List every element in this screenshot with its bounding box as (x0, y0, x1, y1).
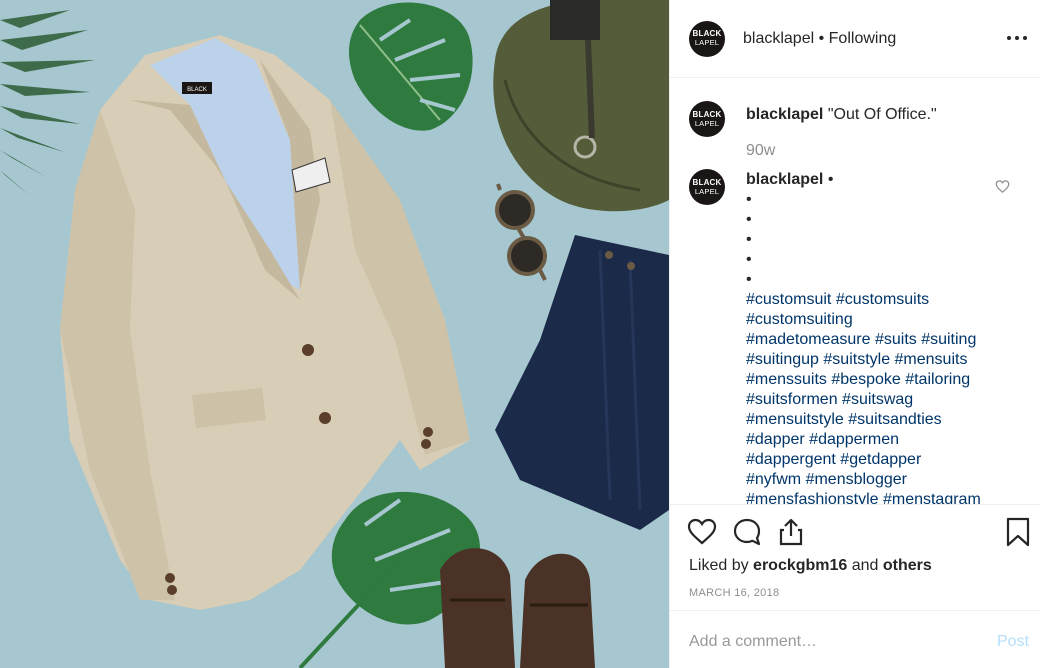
post-details-panel: BLACK LAPEL blacklapel • Following BLACK… (669, 0, 1040, 668)
navy-trousers (495, 235, 669, 530)
heart-icon[interactable] (687, 517, 717, 547)
more-dot (1015, 36, 1019, 40)
comment-icon[interactable] (732, 517, 762, 547)
like-comment-heart-icon[interactable] (995, 179, 1010, 194)
hashtag-line[interactable]: #mensfashionstyle #menstagram (746, 490, 1016, 504)
post-photo[interactable]: BLACK (0, 0, 669, 668)
sunglasses (495, 183, 547, 281)
comment-suffix: • (823, 171, 834, 188)
avatar-text-line1: BLACK (692, 109, 722, 119)
hashtag-line[interactable]: #menssuits #bespoke #tailoring (746, 370, 1016, 390)
avatar[interactable]: BLACK LAPEL (689, 20, 725, 57)
header-user-info: blacklapel • Following (743, 30, 896, 48)
caption-body: blacklapel "Out Of Office." 90w (746, 105, 1016, 161)
caption-text: "Out Of Office." (827, 106, 937, 123)
share-icon[interactable] (776, 517, 806, 547)
comment-dot-line: • (746, 191, 752, 208)
comment-dot-line: • (746, 231, 752, 248)
palm-leaf (0, 10, 95, 196)
likes-summary: Liked by erockgbm16 and others (689, 557, 932, 575)
hashtag-line[interactable]: #customsuit #customsuits (746, 290, 1016, 310)
caption-username[interactable]: blacklapel (746, 106, 823, 123)
hashtag-line[interactable]: #suitsformen #suitswag (746, 390, 1016, 410)
add-comment-bar: Post (670, 610, 1040, 668)
likes-middle: and (847, 557, 883, 574)
hashtag-line[interactable]: #nyfwm #mensblogger (746, 470, 1016, 490)
flatlay-illustration: BLACK (0, 0, 669, 668)
avatar-text-line1: BLACK (692, 29, 722, 39)
hashtag-line[interactable]: #mensuitstyle #suitsandties (746, 410, 1016, 430)
more-options-icon[interactable] (1005, 26, 1029, 50)
avatar-text-line2: LAPEL (694, 186, 720, 196)
post-actions: Liked by erockgbm16 and others MARCH 16,… (670, 504, 1040, 610)
comment-username[interactable]: blacklapel (746, 171, 823, 188)
hashtag-line[interactable]: #madetomeasure #suits #suiting (746, 330, 1016, 350)
monstera-leaf-top (348, 2, 473, 131)
hashtag-line[interactable]: #customsuiting (746, 310, 1016, 330)
bookmark-icon[interactable] (1003, 517, 1033, 547)
comment-dot-line: • (746, 271, 752, 288)
post-header: BLACK LAPEL blacklapel • Following (670, 0, 1040, 78)
more-dot (1023, 36, 1027, 40)
follow-status[interactable]: Following (829, 30, 897, 47)
comment-input[interactable] (689, 629, 979, 655)
post-comment-button[interactable]: Post (997, 633, 1029, 651)
liked-by-user[interactable]: erockgbm16 (753, 557, 847, 574)
post-date[interactable]: MARCH 16, 2018 (689, 587, 779, 599)
comment-dot-line: • (746, 251, 752, 268)
comments-list[interactable]: BLACK LAPEL blacklapel "Out Of Office." … (670, 79, 1040, 504)
caption-time[interactable]: 90w (746, 141, 1016, 161)
jacket-label-text: BLACK (187, 87, 207, 93)
comment-body: blacklapel • • • • • • #customsuit #cust… (746, 170, 1016, 504)
likes-prefix: Liked by (689, 557, 754, 574)
hashtag-line[interactable]: #dapper #dappermen (746, 430, 1016, 450)
avatar[interactable]: BLACK LAPEL (689, 169, 725, 205)
more-dot (1007, 36, 1011, 40)
header-separator: • (814, 29, 829, 47)
comment-dot-line: • (746, 211, 752, 228)
duffel-bag (493, 0, 669, 212)
avatar-text-line2: LAPEL (694, 118, 720, 128)
brown-loafers (440, 548, 595, 668)
avatar-text-line1: BLACK (692, 177, 722, 187)
avatar-text-line2: LAPEL (694, 38, 720, 48)
hashtag-line[interactable]: #dappergent #getdapper (746, 450, 1016, 470)
avatar[interactable]: BLACK LAPEL (689, 101, 725, 137)
header-username[interactable]: blacklapel (743, 30, 814, 47)
hashtag-line[interactable]: #suitingup #suitstyle #mensuits (746, 350, 1016, 370)
likes-others-link[interactable]: others (883, 557, 932, 574)
